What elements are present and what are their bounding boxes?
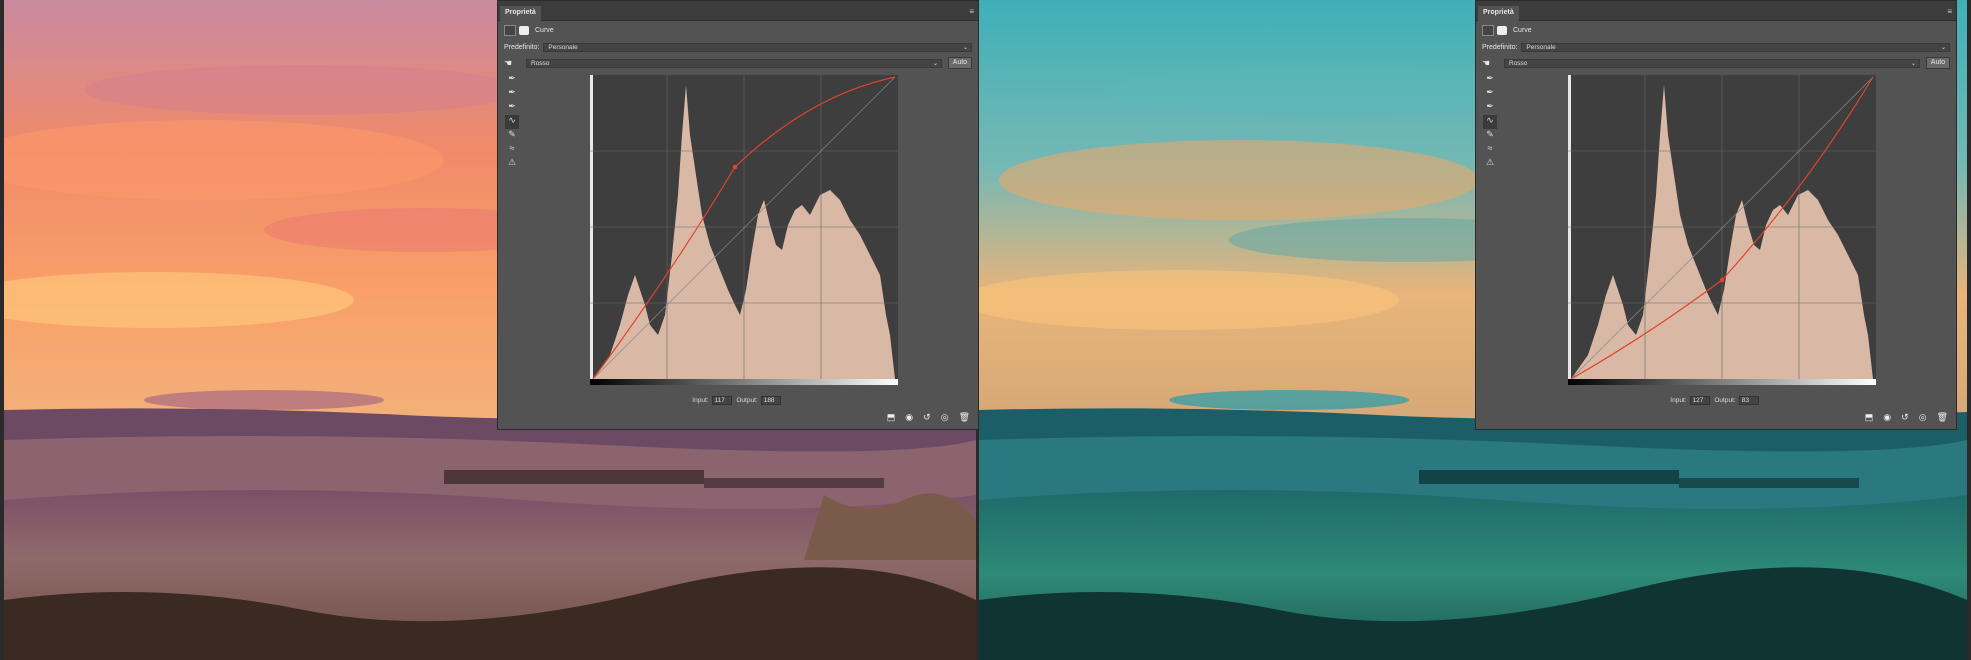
adjustment-title: Curve: [1513, 27, 1532, 34]
input-field[interactable]: 117: [711, 396, 732, 405]
visibility-eye-icon[interactable]: ◎: [1919, 412, 1927, 423]
auto-button[interactable]: Auto: [948, 57, 972, 69]
curve-control-point[interactable]: [732, 164, 738, 170]
eyedropper-gray-icon[interactable]: ✒: [1483, 87, 1497, 101]
preset-label: Predefinito:: [1482, 44, 1518, 51]
preset-row: Predefinito: Personale ⌄: [1482, 43, 1950, 52]
panel-footer: ⬒ ◉ ↺ ◎ 🗑: [1865, 412, 1948, 423]
panel-tabbar: Proprietà ≡: [1476, 1, 1956, 21]
properties-panel-right: Proprietà ≡ Curve Predefinito: Personale…: [1475, 0, 1957, 430]
chevron-down-icon: ⌄: [1910, 60, 1916, 67]
smooth-icon[interactable]: ≈: [1483, 143, 1497, 157]
input-output-row: Input: 127 Output: 83: [1476, 396, 1956, 405]
input-field[interactable]: 127: [1689, 396, 1710, 405]
channel-dropdown[interactable]: Rosso ⌄: [1504, 58, 1920, 68]
clip-to-layer-icon[interactable]: ⬒: [1865, 412, 1874, 423]
output-label: Output:: [736, 397, 758, 404]
adjustment-title: Curve: [535, 27, 554, 34]
curve-tools: ✒ ✒ ✒ ∿ ✎ ≈ ⚠: [1483, 73, 1497, 171]
hand-target-icon[interactable]: ☚: [1482, 58, 1504, 69]
properties-panel-left: Proprietà ≡ Curve Predefinito: Personale…: [497, 0, 979, 430]
hand-target-icon[interactable]: ☚: [504, 58, 526, 69]
panel-tabbar: Proprietà ≡: [498, 1, 978, 21]
trash-icon[interactable]: 🗑: [1937, 412, 1948, 423]
preset-row: Predefinito: Personale ⌄: [504, 43, 972, 52]
curves-adjustment-icon: [1482, 25, 1494, 36]
adjustment-header: Curve: [1482, 25, 1950, 36]
tab-properties[interactable]: Proprietà: [1478, 6, 1519, 21]
auto-button[interactable]: Auto: [1926, 57, 1950, 69]
eyedropper-black-icon[interactable]: ✒: [1483, 73, 1497, 87]
channel-row: ☚ Rosso ⌄ Auto: [1482, 57, 1950, 69]
smooth-icon[interactable]: ≈: [505, 143, 519, 157]
eyedropper-white-icon[interactable]: ✒: [1483, 101, 1497, 115]
panel-footer: ⬒ ◉ ↺ ◎ 🗑: [887, 412, 970, 423]
preset-label: Predefinito:: [504, 44, 540, 51]
reset-icon[interactable]: ↺: [923, 412, 931, 423]
curve-graph[interactable]: [1568, 75, 1876, 385]
eyedropper-black-icon[interactable]: ✒: [505, 73, 519, 87]
input-label: Input:: [1670, 397, 1687, 404]
adjustment-header: Curve: [504, 25, 972, 36]
input-output-row: Input: 117 Output: 188: [498, 396, 978, 405]
view-previous-icon[interactable]: ◉: [1883, 412, 1891, 423]
curve-point-icon[interactable]: ∿: [1483, 115, 1497, 129]
curve-point-icon[interactable]: ∿: [505, 115, 519, 129]
eyedropper-white-icon[interactable]: ✒: [505, 101, 519, 115]
chevron-down-icon: ⌄: [932, 60, 938, 67]
curves-adjustment-icon: [504, 25, 516, 36]
pencil-icon[interactable]: ✎: [505, 129, 519, 143]
chevron-down-icon: ⌄: [1940, 45, 1946, 51]
panel-menu-icon[interactable]: ≡: [969, 7, 974, 16]
clip-to-layer-icon[interactable]: ⬒: [887, 412, 896, 423]
mask-icon[interactable]: [1497, 26, 1507, 35]
output-label: Output:: [1714, 397, 1736, 404]
output-field[interactable]: 83: [1738, 396, 1759, 405]
curve-graph[interactable]: [590, 75, 898, 385]
pencil-icon[interactable]: ✎: [1483, 129, 1497, 143]
panel-menu-icon[interactable]: ≡: [1947, 7, 1952, 16]
tab-properties[interactable]: Proprietà: [500, 6, 541, 21]
view-previous-icon[interactable]: ◉: [905, 412, 913, 423]
preset-dropdown[interactable]: Personale ⌄: [543, 43, 972, 52]
mask-icon[interactable]: [519, 26, 529, 35]
channel-dropdown[interactable]: Rosso ⌄: [526, 58, 942, 68]
warning-clipping-icon[interactable]: ⚠: [505, 157, 519, 171]
curve-tools: ✒ ✒ ✒ ∿ ✎ ≈ ⚠: [505, 73, 519, 171]
trash-icon[interactable]: 🗑: [959, 412, 970, 423]
curve-control-point[interactable]: [1719, 277, 1725, 283]
reset-icon[interactable]: ↺: [1901, 412, 1909, 423]
preset-dropdown[interactable]: Personale ⌄: [1521, 43, 1950, 52]
chevron-down-icon: ⌄: [962, 45, 968, 51]
visibility-eye-icon[interactable]: ◎: [941, 412, 949, 423]
eyedropper-gray-icon[interactable]: ✒: [505, 87, 519, 101]
input-label: Input:: [692, 397, 709, 404]
output-field[interactable]: 188: [760, 396, 781, 405]
channel-row: ☚ Rosso ⌄ Auto: [504, 57, 972, 69]
warning-clipping-icon[interactable]: ⚠: [1483, 157, 1497, 171]
